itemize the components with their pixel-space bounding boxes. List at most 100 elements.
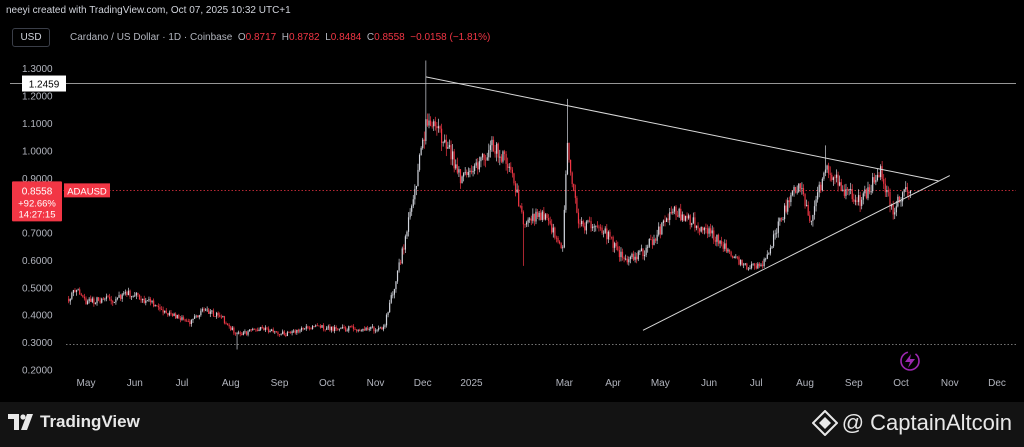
candle-body [812,214,814,221]
candle-body [356,329,358,331]
candle-body [653,239,655,245]
candle-body [291,331,293,334]
candle-body [754,263,756,266]
candle-body [851,189,853,200]
candle-body [489,145,491,151]
candle-body [370,327,372,329]
candle-body [656,234,658,241]
candle-body [382,326,384,330]
candle-body [590,221,592,229]
candle-body [806,204,808,207]
candle-body [256,329,259,332]
x-tick-label: Oct [319,378,335,389]
candle-body [442,142,444,144]
candle-body [101,298,103,303]
candle-body [783,205,786,220]
candle-body [132,295,134,297]
candle-body [796,191,798,193]
candle-body [127,290,130,296]
candle-body [148,299,150,301]
candle-body [110,299,112,302]
ascending-trendline [642,175,951,331]
candle-body [864,189,866,194]
currency-button[interactable]: USD [12,28,50,47]
candlestick-chart[interactable]: 1.30001.20001.10001.00000.90000.80000.70… [0,0,1024,402]
candle-body [362,328,364,331]
candle-body [617,246,619,251]
candle-body [373,326,375,332]
candle-body [316,325,318,327]
candle-body [178,314,180,319]
candle-body [725,243,727,252]
candle-body [639,251,641,253]
candle-body [551,223,553,233]
candle-body [376,329,378,331]
candle-body [749,268,751,269]
candle-body [684,215,687,221]
candle-body [359,329,361,331]
candle-body [327,326,329,328]
candle-body [529,218,531,220]
candle-body [760,264,762,267]
candle-body [664,220,666,222]
y-tick-label: 1.2000 [22,92,53,103]
candle-body [676,215,679,217]
candle-body [422,139,424,149]
candle-body [255,329,257,331]
candle-body [79,289,81,295]
candle-body [558,241,561,244]
candle-body [581,221,583,224]
candle-body [96,297,98,304]
candle-body [831,174,833,180]
candle-body [395,281,397,290]
x-tick-label: May [651,378,670,389]
candle-body [275,331,277,333]
candle-body [247,331,249,335]
tradingview-logo[interactable]: TradingView [8,412,140,432]
last-price-countdown: 14:27:15 [19,209,56,220]
candle-body [464,171,466,174]
candle-body [510,166,512,170]
candle-body [714,240,716,242]
candle-body [807,204,809,216]
candle-body [593,226,595,228]
candle-body [308,327,311,329]
candle-body [423,139,425,141]
x-tick-label: 2025 [460,378,483,389]
candle-body [768,253,770,255]
lightning-icon[interactable] [900,351,920,371]
candle-body [118,295,120,298]
candle-body [469,170,471,172]
candle-body [654,239,657,241]
candle-body [672,211,674,214]
x-tick-label: Sep [845,378,863,389]
candle-body [743,264,745,266]
candle-body [412,199,414,207]
candle-body [407,217,410,232]
candle-body [543,211,545,220]
candle-body [791,191,794,196]
candle-body [374,330,377,332]
candle-body [83,296,86,299]
candle-body [604,228,606,233]
candle-body [345,327,347,332]
candle-body [85,298,87,305]
candle-body [688,215,690,219]
candle-body [91,298,93,302]
candle-body [365,327,367,331]
candle-body [143,298,145,303]
candle-body [637,251,639,260]
candle-body [400,262,402,264]
candle-body [478,161,480,170]
candle-body [253,328,255,330]
candle-body [889,191,891,207]
candle-body [297,329,300,332]
candle-body [763,259,765,267]
candle-body [124,292,126,294]
candle-body [466,171,468,176]
candle-body [557,237,559,242]
candle-body [450,145,452,160]
x-tick-label: Aug [222,378,240,389]
candle-body [346,330,348,332]
candle-body [324,329,326,331]
